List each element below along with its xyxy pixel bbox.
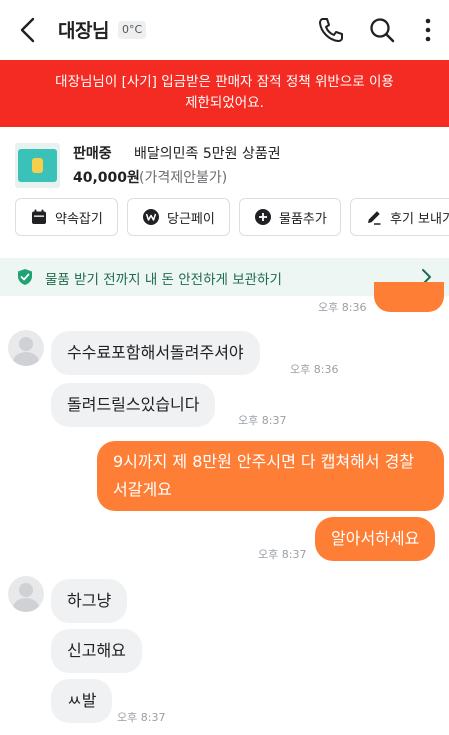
incoming-message-bubble[interactable]: 하그냥	[51, 579, 128, 623]
make-appointment-button[interactable]: 약속잡기	[15, 198, 118, 236]
send-review-label: 후기 보내기	[390, 211, 449, 227]
incoming-message-bubble[interactable]: ㅆ발	[51, 679, 113, 723]
karrot-pay-label: 당근페이	[167, 211, 215, 227]
product-thumbnail[interactable]	[15, 143, 60, 188]
product-name: 배달의민족 5만원 상품권	[134, 146, 281, 162]
product-status: 판매중	[73, 146, 112, 162]
message-timestamp: 오후 8:36	[318, 301, 367, 314]
incoming-message-bubble[interactable]: 돌려드릴스있습니다	[51, 383, 216, 427]
send-review-button[interactable]: 후기 보내기	[350, 198, 449, 236]
restriction-warning-text: 대장님님이 [사기] 입금받은 판매자 잠적 정책 위반으로 이용 제한되었어요…	[55, 74, 394, 111]
outgoing-message-bubble[interactable]	[374, 282, 444, 312]
shield-check-icon	[18, 269, 32, 285]
outgoing-message-bubble[interactable]: 알아서하세요	[315, 517, 436, 561]
message-timestamp: 오후 8:36	[290, 363, 339, 376]
add-item-label: 물품추가	[279, 211, 327, 227]
product-price: 40,000원	[73, 170, 140, 186]
add-item-button[interactable]: 물품추가	[239, 198, 341, 236]
message-timestamp: 오후 8:37	[258, 548, 307, 561]
manner-temperature-badge: 0°C	[118, 21, 147, 39]
plus-circle-icon	[255, 209, 271, 225]
safe-payment-text: 물품 받기 전까지 내 돈 안전하게 보관하기	[45, 272, 282, 288]
karrot-pay-button[interactable]: 당근페이	[127, 198, 230, 236]
restriction-warning-banner: 대장님님이 [사기] 입금받은 판매자 잠적 정책 위반으로 이용 제한되었어요…	[0, 60, 449, 127]
back-arrow-icon[interactable]	[16, 16, 40, 44]
pencil-icon	[368, 211, 381, 225]
product-price-note: (가격제안불가)	[139, 170, 228, 186]
message-timestamp: 오후 8:37	[117, 711, 166, 724]
phone-icon[interactable]	[317, 16, 345, 44]
message-timestamp: 오후 8:37	[238, 414, 287, 427]
calendar-icon	[32, 209, 46, 224]
chat-header: 대장님 0°C	[0, 0, 449, 60]
more-vertical-icon[interactable]	[414, 16, 442, 44]
chat-partner-name: 대장님	[58, 20, 109, 42]
avatar[interactable]	[8, 576, 44, 612]
incoming-message-bubble[interactable]: 수수료포함해서돌려주셔야	[51, 331, 260, 375]
search-icon[interactable]	[368, 16, 396, 44]
incoming-message-bubble[interactable]: 신고해요	[51, 629, 142, 673]
make-appointment-label: 약속잡기	[55, 211, 103, 227]
avatar[interactable]	[8, 330, 44, 366]
pay-icon	[143, 209, 159, 225]
outgoing-message-bubble[interactable]: 9시까지 제 8만원 안주시면 다 캡쳐해서 경찰서갈게요	[97, 441, 444, 511]
